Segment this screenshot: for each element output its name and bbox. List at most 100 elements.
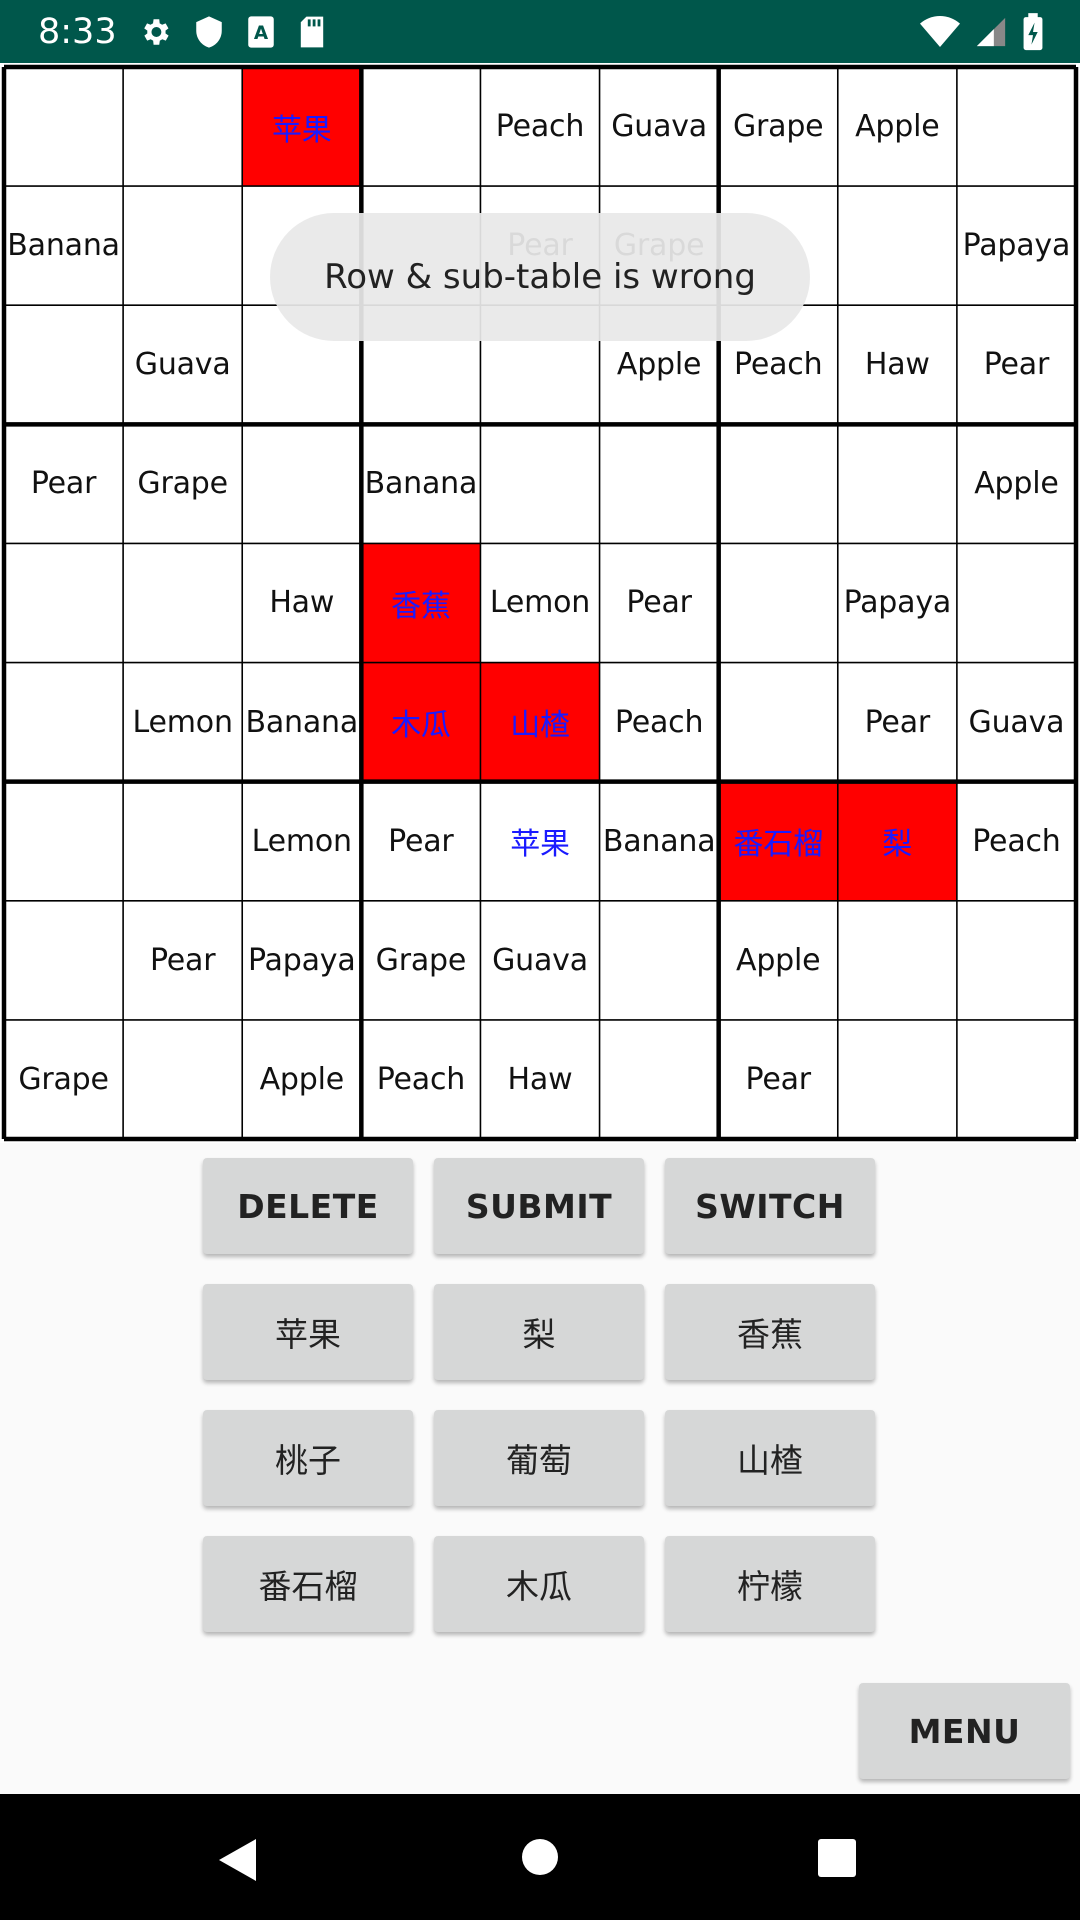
grid-cell[interactable]: Haw [838,305,957,424]
fruit-button-peach[interactable]: 桃子 [203,1410,413,1506]
wifi-icon [920,15,960,48]
grid-cell[interactable] [123,543,242,662]
grid-cell[interactable]: Peach [957,782,1076,901]
shield-icon [194,15,224,49]
grid-cell[interactable]: Guava [600,67,719,186]
grid-cell[interactable]: Banana [4,186,123,305]
grid-cell[interactable]: Apple [242,1020,361,1139]
grid-cell[interactable]: 香蕉 [361,543,481,663]
grid-cell[interactable]: Pear [123,901,242,1020]
grid-cell[interactable]: Guava [957,663,1076,782]
fruit-button-papaya[interactable]: 木瓜 [434,1536,644,1632]
grid-cell[interactable] [4,901,123,1020]
grid-cell[interactable] [957,1020,1076,1139]
fruit-button-haw[interactable]: 山楂 [665,1410,875,1506]
grid-cell[interactable] [123,67,242,186]
back-icon[interactable] [216,1837,260,1887]
nav-bar [0,1794,1080,1920]
grid-cell[interactable]: Pear [719,1020,838,1139]
grid-cell[interactable] [719,543,838,662]
grid-cell[interactable]: Papaya [957,186,1076,305]
grid-cell[interactable]: 山楂 [480,662,600,782]
grid-cell[interactable] [957,543,1076,662]
toast-message: Row & sub-table is wrong [324,257,756,297]
grid-cell[interactable]: Grape [123,424,242,543]
grid-cell[interactable] [838,186,957,305]
grid-cell[interactable] [480,424,599,543]
grid-cell[interactable]: Lemon [480,543,599,662]
grid-cell[interactable]: Haw [242,543,361,662]
sim-a-icon: A [246,15,276,49]
grid-cell[interactable]: Papaya [838,543,957,662]
grid-cell[interactable] [4,543,123,662]
grid-cell[interactable] [957,67,1076,186]
submit-button[interactable]: SUBMIT [434,1158,644,1254]
switch-button[interactable]: SWITCH [665,1158,875,1254]
grid-cell[interactable] [361,67,480,186]
grid-cell[interactable]: Grape [4,1020,123,1139]
grid-cell[interactable] [123,186,242,305]
svg-text:A: A [254,23,269,44]
grid-cell[interactable] [957,901,1076,1020]
grid-cell[interactable]: 苹果 [480,782,599,901]
grid-cell[interactable] [600,1020,719,1139]
grid-cell[interactable]: Banana [242,663,361,782]
home-icon[interactable] [520,1837,560,1881]
menu-button[interactable]: MENU [859,1683,1070,1779]
grid-cell[interactable]: Pear [957,305,1076,424]
battery-icon [1022,12,1044,51]
grid-cell[interactable]: Apple [719,901,838,1020]
grid-cell[interactable] [4,782,123,901]
grid-cell[interactable]: Banana [361,424,480,543]
grid-cell[interactable] [123,1020,242,1139]
grid-cell[interactable]: Peach [480,67,599,186]
grid-cell[interactable]: Guava [480,901,599,1020]
grid-cell[interactable]: 苹果 [242,67,362,187]
grid-cell[interactable]: Pear [361,782,480,901]
fruit-button-banana[interactable]: 香蕉 [665,1284,875,1380]
grid-cell[interactable]: Peach [361,1020,480,1139]
grid-cell[interactable]: Grape [361,901,480,1020]
grid-cell[interactable]: Lemon [123,663,242,782]
grid-cell[interactable] [719,424,838,543]
signal-icon [974,15,1008,49]
grid-cell[interactable] [838,424,957,543]
grid-cell[interactable]: Peach [600,663,719,782]
fruit-button-guava[interactable]: 番石榴 [203,1536,413,1632]
grid-cell[interactable]: Grape [719,67,838,186]
status-time: 8:33 [38,11,117,52]
grid-cell[interactable]: Haw [480,1020,599,1139]
grid-cell[interactable]: Pear [838,663,957,782]
grid-cell[interactable]: Banana [600,782,719,901]
status-bar: 8:33 A [0,0,1080,63]
grid-cell[interactable]: Apple [838,67,957,186]
grid-cell[interactable]: Pear [4,424,123,543]
grid-cell[interactable]: 梨 [837,781,957,901]
sd-card-icon [298,15,326,49]
grid-cell[interactable]: Apple [957,424,1076,543]
grid-cell[interactable] [123,782,242,901]
grid-cell[interactable] [4,663,123,782]
recents-icon[interactable] [817,1838,857,1882]
grid-cell[interactable]: 番石榴 [718,781,838,901]
grid-cell[interactable] [600,424,719,543]
grid-cell[interactable]: 木瓜 [361,662,481,782]
grid-cell[interactable]: Pear [600,543,719,662]
grid-cell[interactable] [838,1020,957,1139]
fruit-button-lemon[interactable]: 柠檬 [665,1536,875,1632]
grid-cell[interactable]: Guava [123,305,242,424]
fruit-button-grape[interactable]: 葡萄 [434,1410,644,1506]
grid-cell[interactable] [4,67,123,186]
status-icons-right [920,0,1044,63]
grid-cell[interactable] [4,305,123,424]
grid-cell[interactable] [600,901,719,1020]
grid-cell[interactable]: Lemon [242,782,361,901]
grid-cell[interactable] [242,424,361,543]
delete-button[interactable]: DELETE [203,1158,413,1254]
grid-cell[interactable] [719,663,838,782]
error-toast: Row & sub-table is wrong [270,213,810,341]
fruit-button-pear[interactable]: 梨 [434,1284,644,1380]
fruit-button-apple[interactable]: 苹果 [203,1284,413,1380]
grid-cell[interactable]: Papaya [242,901,361,1020]
grid-cell[interactable] [838,901,957,1020]
